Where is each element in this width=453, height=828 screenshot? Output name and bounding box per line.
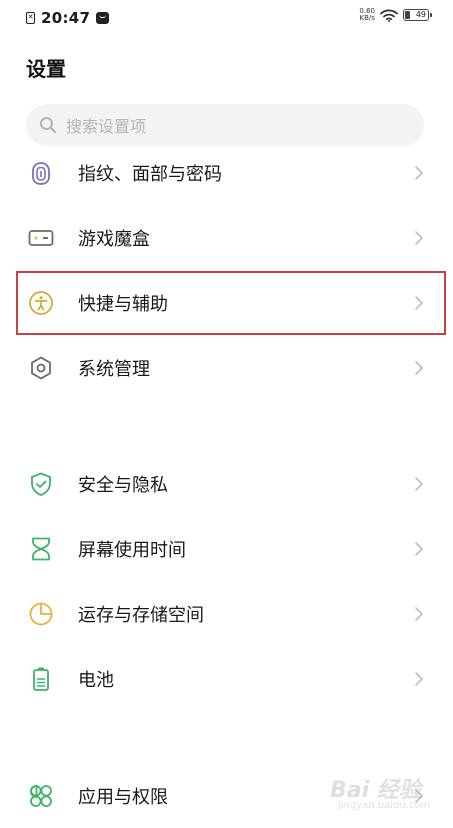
- baidu-jingyan-watermark: Bai 经验 jingyan.baidu.com: [330, 770, 440, 818]
- battery-level: 49: [415, 10, 426, 19]
- message-notification-icon: [96, 12, 110, 24]
- wifi-icon: [380, 9, 398, 22]
- settings-item-label: 安全与隐私: [78, 475, 168, 496]
- battery-fill: [405, 11, 410, 19]
- status-bar-left: ✕ 20:47: [26, 9, 110, 27]
- settings-item-security-privacy[interactable]: 安全与隐私: [0, 452, 453, 516]
- settings-item-label: 快捷与辅助: [78, 294, 168, 315]
- status-bar-right: 0.60 KB/s 49: [359, 8, 432, 22]
- hourglass-icon: [28, 536, 54, 562]
- settings-item-label: 电池: [78, 670, 114, 691]
- battery-icon: [28, 666, 54, 692]
- settings-item-system-management[interactable]: 系统管理: [0, 336, 453, 400]
- chevron-right-icon: [413, 164, 425, 182]
- chevron-right-icon: [413, 670, 425, 688]
- shield-check-icon: [28, 471, 54, 497]
- settings-item-shortcuts-accessibility[interactable]: 快捷与辅助: [0, 271, 453, 335]
- search-icon: [38, 115, 58, 135]
- accessibility-icon: [28, 290, 54, 316]
- chevron-right-icon: [413, 475, 425, 493]
- hexagon-settings-icon: [28, 355, 54, 381]
- game-box-icon: [28, 225, 54, 251]
- watermark-url: jingyan.baidu.com: [338, 800, 431, 811]
- search-placeholder: 搜索设置项: [66, 117, 147, 136]
- settings-item-memory-storage[interactable]: 运存与存储空间: [0, 582, 453, 646]
- chevron-right-icon: [413, 605, 425, 623]
- chevron-right-icon: [413, 294, 425, 312]
- chevron-right-icon: [413, 540, 425, 558]
- settings-item-label: 运存与存储空间: [78, 605, 204, 626]
- apps-icon: [28, 783, 54, 809]
- chevron-right-icon: [413, 359, 425, 377]
- chevron-right-icon: [413, 229, 425, 247]
- settings-item-label: 指纹、面部与密码: [78, 164, 222, 185]
- settings-item-label: 游戏魔盒: [78, 229, 150, 250]
- settings-item-battery[interactable]: 电池: [0, 647, 453, 711]
- network-speed-unit: KB/s: [359, 14, 375, 22]
- search-input[interactable]: 搜索设置项: [26, 104, 424, 146]
- battery-indicator: 49: [403, 9, 432, 21]
- fingerprint-icon: [28, 160, 54, 186]
- settings-item-screen-time[interactable]: 屏幕使用时间: [0, 517, 453, 581]
- settings-item-label: 系统管理: [78, 359, 150, 380]
- sim-card-icon: ✕: [26, 12, 35, 24]
- settings-item-label: 应用与权限: [78, 787, 168, 808]
- page-title: 设置: [26, 57, 66, 81]
- settings-item-game-box[interactable]: 游戏魔盒: [0, 206, 453, 270]
- settings-item-fingerprint[interactable]: 指纹、面部与密码: [0, 141, 453, 205]
- status-bar: ✕ 20:47 0.60 KB/s 49: [0, 0, 453, 34]
- status-time: 20:47: [41, 9, 91, 27]
- settings-item-label: 屏幕使用时间: [78, 540, 186, 561]
- network-speed: 0.60 KB/s: [359, 8, 375, 22]
- pie-chart-icon: [28, 601, 54, 627]
